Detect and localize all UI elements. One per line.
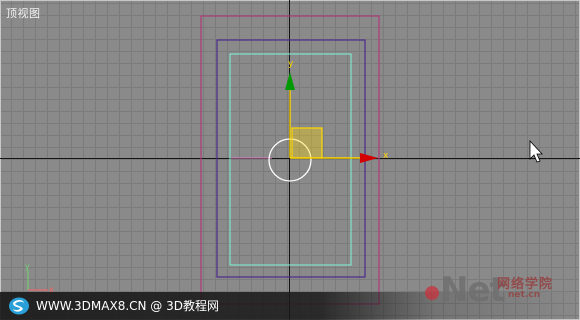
axis-triad-icon (27, 270, 48, 291)
watermark-text: WWW.3DMAX8.CN @ 3D教程网 (36, 299, 220, 313)
net-logo-subtext: net.cn (508, 290, 540, 300)
3dmax8-swirl-logo-icon (9, 297, 29, 315)
mouse-cursor-icon (529, 139, 543, 163)
gizmo-y-label: y (288, 59, 294, 69)
gizmo-x-label: x (383, 151, 389, 161)
gizmo-xy-plane-handle[interactable] (291, 127, 323, 159)
gizmo-y-arrow-icon[interactable] (285, 72, 295, 90)
gizmo-x-arrow-icon[interactable] (360, 153, 378, 163)
triad-y-label: y (25, 262, 30, 271)
net-logo-word: Net (440, 270, 506, 310)
